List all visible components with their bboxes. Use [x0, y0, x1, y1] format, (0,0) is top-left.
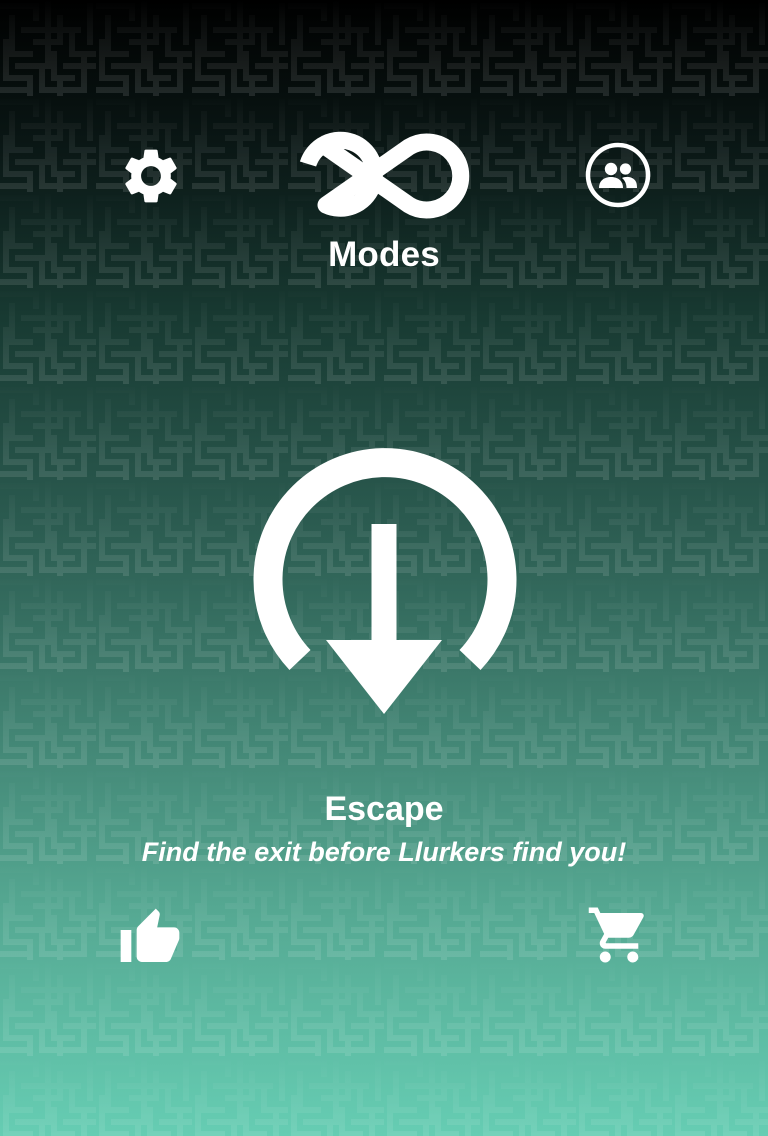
- shop-button[interactable]: [586, 902, 652, 968]
- group-icon: [585, 142, 651, 208]
- modes-button[interactable]: [296, 128, 472, 224]
- infinity-icon: [299, 131, 470, 219]
- shopping-cart-icon: [588, 907, 644, 963]
- page-title: Modes: [328, 235, 440, 274]
- mode-name: Escape: [324, 790, 444, 828]
- escape-mode-button[interactable]: [240, 412, 528, 722]
- multiplayer-button[interactable]: [585, 142, 651, 208]
- game-screen: Modes Escape Find the exit before Llurke…: [0, 0, 768, 1136]
- mode-description: Find the exit before Llurkers find you!: [141, 837, 627, 867]
- thumbs-up-icon: [120, 908, 180, 962]
- escape-down-arrow-icon: [253, 448, 517, 714]
- gear-icon: [125, 149, 177, 203]
- like-button[interactable]: [118, 906, 182, 970]
- settings-button[interactable]: [118, 143, 184, 209]
